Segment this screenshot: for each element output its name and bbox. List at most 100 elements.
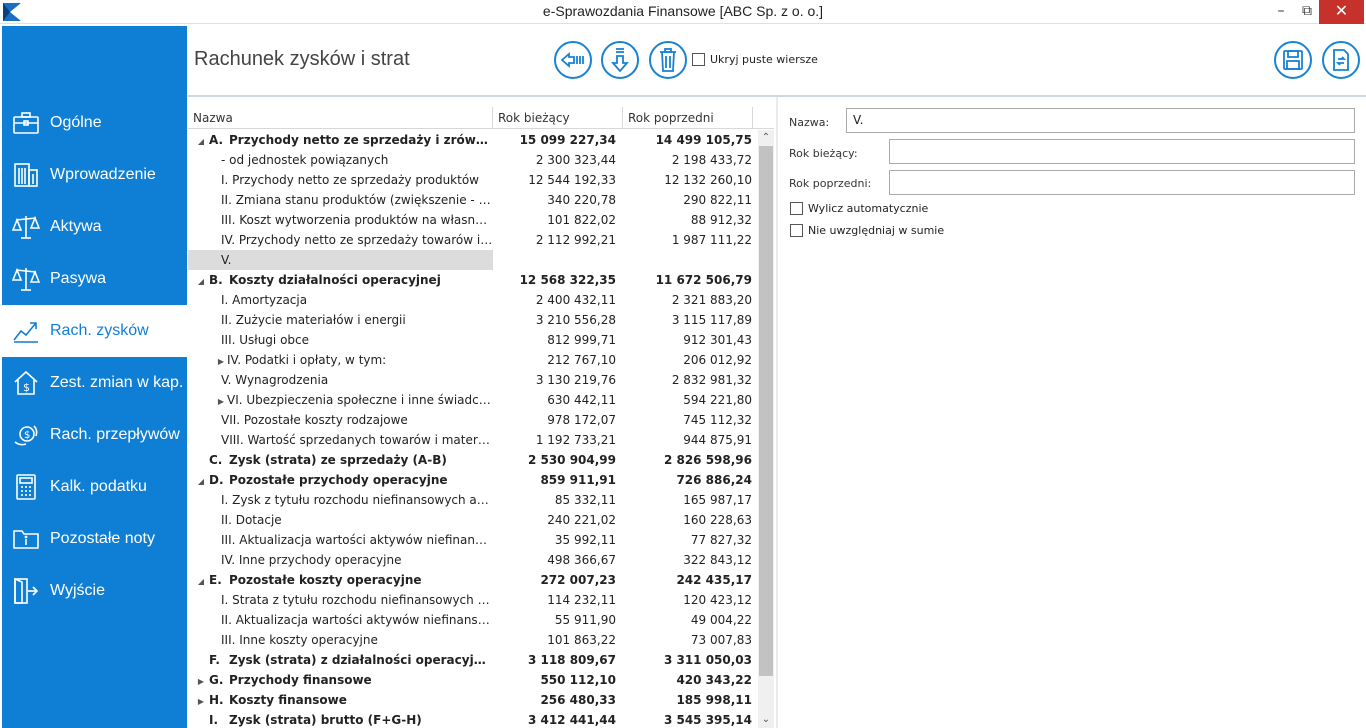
table-row[interactable]: ▶ IV. Podatki i opłaty, w tym: 212 767,10 2… <box>188 350 758 370</box>
table-row[interactable]: III. Usługi obce 812 999,71 912 301,43 <box>188 330 758 350</box>
row-current-year-cell[interactable]: 272 007,23 <box>493 570 620 590</box>
row-current-year-cell[interactable]: 12 568 322,35 <box>493 270 620 290</box>
table-row[interactable]: ▶ H. Koszty finansowe 256 480,33 185 998,11 <box>188 690 758 710</box>
row-name-cell[interactable]: VIII. Wartość sprzedanych towarów i mate… <box>188 430 493 450</box>
row-previous-year-cell[interactable]: 14 499 105,75 <box>623 130 753 150</box>
row-name-cell[interactable]: ◢ D. Pozostałe przychody operacyjne <box>188 470 493 492</box>
row-name-cell[interactable]: I. Zysk (strata) brutto (F+G-H) <box>188 710 493 728</box>
row-current-year-cell[interactable]: 340 220,78 <box>493 190 620 210</box>
row-name-cell[interactable]: ▶ IV. Podatki i opłaty, w tym: <box>188 350 493 372</box>
row-current-year-cell[interactable]: 212 767,10 <box>493 350 620 370</box>
row-name-cell[interactable]: I. Zysk z tytułu rozchodu niefinansowych… <box>188 490 493 510</box>
checkbox-box[interactable] <box>790 224 803 237</box>
row-name-cell[interactable]: III. Usługi obce <box>188 330 493 350</box>
table-row[interactable]: ▶ G. Przychody finansowe 550 112,10 420 343,… <box>188 670 758 690</box>
table-row[interactable]: IV. Inne przychody operacyjne 498 366,67 3… <box>188 550 758 570</box>
table-row[interactable]: II. Zmiana stanu produktów (zwiększenie … <box>188 190 758 210</box>
sidebar-item-kalk-podatku[interactable]: Kalk. podatku <box>2 461 187 513</box>
sidebar-item-wprowadzenie[interactable]: Wprowadzenie <box>2 149 187 201</box>
expanded-triangle-icon[interactable]: ◢ <box>195 272 207 292</box>
column-header-current-year[interactable]: Rok bieżący <box>493 107 623 129</box>
row-current-year-cell[interactable]: 15 099 227,34 <box>493 130 620 150</box>
row-current-year-cell[interactable]: 101 863,22 <box>493 630 620 650</box>
row-name-cell[interactable]: II. Dotacje <box>188 510 493 530</box>
expanded-triangle-icon[interactable]: ◢ <box>195 472 207 492</box>
row-previous-year-cell[interactable]: 944 875,91 <box>623 430 753 450</box>
collapsed-triangle-icon[interactable]: ▶ <box>195 672 207 692</box>
row-current-year-cell[interactable]: 1 192 733,21 <box>493 430 620 450</box>
sidebar-item-aktywa[interactable]: Aktywa <box>2 201 187 253</box>
table-row[interactable]: I. Amortyzacja 2 400 432,11 2 321 883,20 <box>188 290 758 310</box>
table-row[interactable]: F. Zysk (strata) z działalności operacyjn… <box>188 650 758 670</box>
expanded-triangle-icon[interactable]: ◢ <box>195 132 207 152</box>
row-name-cell[interactable]: I. Strata z tytułu rozchodu niefinansowy… <box>188 590 493 610</box>
row-current-year-cell[interactable]: 630 442,11 <box>493 390 620 410</box>
column-header-previous-year[interactable]: Rok poprzedni <box>623 107 753 129</box>
row-current-year-cell[interactable]: 859 911,91 <box>493 470 620 490</box>
row-current-year-cell[interactable]: 85 332,11 <box>493 490 620 510</box>
sidebar-item-zest-zmian[interactable]: $ Zest. zmian w kap. <box>2 357 187 409</box>
row-previous-year-cell[interactable]: 165 987,17 <box>623 490 753 510</box>
table-row[interactable]: II. Dotacje 240 221,02 160 228,63 <box>188 510 758 530</box>
row-previous-year-cell[interactable]: 3 545 395,14 <box>623 710 753 728</box>
scroll-down-arrow-icon[interactable]: ⌄ <box>758 712 774 728</box>
row-name-cell[interactable]: V. Wynagrodzenia <box>188 370 493 390</box>
sidebar-item-pasywa[interactable]: Pasywa <box>2 253 187 305</box>
sidebar-item-ogolne[interactable]: Ogólne <box>2 97 187 149</box>
row-previous-year-cell[interactable]: 242 435,17 <box>623 570 753 590</box>
table-row[interactable]: III. Aktualizacja wartości aktywów niefi… <box>188 530 758 550</box>
row-name-cell[interactable]: ◢ A. Przychody netto ze sprzedaży i zrówna… <box>188 130 493 152</box>
delete-button[interactable] <box>649 41 687 79</box>
convert-document-button[interactable] <box>1322 41 1360 79</box>
row-name-cell[interactable]: F. Zysk (strata) z działalności operacyjn… <box>188 650 493 670</box>
row-name-cell[interactable]: II. Zużycie materiałów i energii <box>188 310 493 330</box>
row-previous-year-cell[interactable]: 206 012,92 <box>623 350 753 370</box>
table-row[interactable]: III. Koszt wytworzenia produktów na włas… <box>188 210 758 230</box>
hide-empty-rows-checkbox[interactable]: Ukryj puste wiersze <box>692 53 818 66</box>
expanded-triangle-icon[interactable]: ◢ <box>195 572 207 592</box>
exclude-sum-checkbox[interactable]: Nie uwzględniaj w sumie <box>790 224 944 237</box>
row-name-cell[interactable]: I. Amortyzacja <box>188 290 493 310</box>
row-current-year-cell[interactable]: 2 112 992,21 <box>493 230 620 250</box>
table-row[interactable]: V. <box>188 250 758 270</box>
row-current-year-cell[interactable]: 114 232,11 <box>493 590 620 610</box>
checkbox-box[interactable] <box>790 202 803 215</box>
row-previous-year-cell[interactable]: 49 004,22 <box>623 610 753 630</box>
row-current-year-cell[interactable]: 256 480,33 <box>493 690 620 710</box>
row-name-cell[interactable]: I. Przychody netto ze sprzedaży produktó… <box>188 170 493 190</box>
row-previous-year-cell[interactable]: 322 843,12 <box>623 550 753 570</box>
sidebar-item-pozostale-noty[interactable]: Pozostałe noty <box>2 513 187 565</box>
table-row[interactable]: ▶ VI. Ubezpieczenia społeczne i inne świa… <box>188 390 758 410</box>
table-row[interactable]: I. Przychody netto ze sprzedaży produktó… <box>188 170 758 190</box>
table-row[interactable]: VIII. Wartość sprzedanych towarów i mate… <box>188 430 758 450</box>
sidebar-item-wyjscie[interactable]: Wyjście <box>2 565 187 617</box>
row-previous-year-cell[interactable]: 745 112,32 <box>623 410 753 430</box>
row-name-cell[interactable]: IV. Przychody netto ze sprzedaży towarów… <box>188 230 493 250</box>
sidebar-item-rach-zyskow[interactable]: Rach. zysków <box>2 305 187 357</box>
row-previous-year-cell[interactable]: 12 132 260,10 <box>623 170 753 190</box>
save-button[interactable] <box>1274 41 1312 79</box>
collapsed-triangle-icon[interactable]: ▶ <box>215 392 227 412</box>
row-current-year-cell[interactable]: 35 992,11 <box>493 530 620 550</box>
row-current-year-cell[interactable]: 2 300 323,44 <box>493 150 620 170</box>
column-header-name[interactable]: Nazwa <box>188 107 493 129</box>
table-row[interactable]: I. Zysk (strata) brutto (F+G-H) 3 412 441,… <box>188 710 758 728</box>
row-previous-year-cell[interactable]: 290 822,11 <box>623 190 753 210</box>
row-previous-year-cell[interactable]: 2 321 883,20 <box>623 290 753 310</box>
scrollbar-thumb[interactable] <box>759 146 773 676</box>
collapsed-triangle-icon[interactable]: ▶ <box>215 352 227 372</box>
row-current-year-cell[interactable]: 3 118 809,67 <box>493 650 620 670</box>
row-previous-year-cell[interactable]: 2 826 598,96 <box>623 450 753 470</box>
row-current-year-cell[interactable]: 812 999,71 <box>493 330 620 350</box>
row-current-year-cell[interactable]: 2 400 432,11 <box>493 290 620 310</box>
table-row[interactable]: ◢ B. Koszty działalności operacyjnej 12 568… <box>188 270 758 290</box>
row-previous-year-cell[interactable]: 73 007,83 <box>623 630 753 650</box>
row-name-cell[interactable]: IV. Inne przychody operacyjne <box>188 550 493 570</box>
table-row[interactable]: I. Zysk z tytułu rozchodu niefinansowych… <box>188 490 758 510</box>
row-name-cell[interactable]: - od jednostek powiązanych <box>188 150 493 170</box>
row-current-year-cell[interactable]: 550 112,10 <box>493 670 620 690</box>
row-name-cell[interactable]: VII. Pozostałe koszty rodzajowe <box>188 410 493 430</box>
row-current-year-cell[interactable]: 3 130 219,76 <box>493 370 620 390</box>
row-previous-year-cell[interactable]: 77 827,32 <box>623 530 753 550</box>
row-previous-year-cell[interactable]: 912 301,43 <box>623 330 753 350</box>
